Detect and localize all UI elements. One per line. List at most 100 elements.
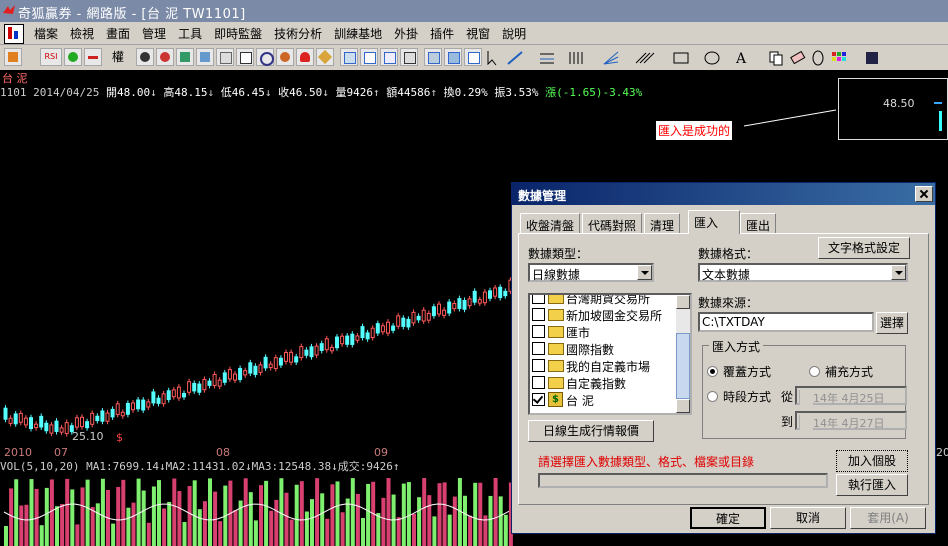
market-list[interactable]: 台灣期貨交易所 新加坡國金交易所 匯市 國際指數 我的自定義市場 自定義指數 $… — [528, 293, 692, 415]
candle — [319, 343, 324, 351]
grid-icon[interactable] — [340, 48, 358, 66]
add-stock-button[interactable]: 加入個股 — [836, 450, 908, 472]
date-spin-icon[interactable] — [799, 390, 813, 405]
open-icon[interactable] — [4, 48, 22, 66]
pair-icon[interactable] — [156, 48, 174, 66]
menu-screen[interactable]: 畫面 — [100, 25, 136, 42]
tab-export[interactable]: 匯出 — [740, 213, 777, 233]
chevron-down-icon[interactable] — [891, 265, 906, 280]
candle — [462, 300, 467, 310]
candle — [238, 368, 243, 380]
ok-button[interactable]: 確定 — [690, 507, 766, 529]
window-grid-icon[interactable] — [424, 48, 442, 66]
color-palette-icon[interactable] — [276, 48, 294, 66]
generate-quotes-button[interactable]: 日線生成行情報價 — [528, 420, 654, 442]
scroll-down-icon[interactable] — [676, 399, 690, 413]
tab-code-map[interactable]: 代碼對照 — [582, 213, 643, 233]
ellipse-icon — [704, 51, 720, 65]
table-icon[interactable] — [360, 48, 378, 66]
checkbox[interactable] — [532, 393, 545, 406]
candle — [23, 417, 28, 426]
pencil-icon[interactable] — [316, 48, 334, 66]
list-scrollbar[interactable] — [676, 295, 690, 413]
book-icon[interactable] — [216, 48, 234, 66]
crosshair-icon[interactable] — [64, 48, 82, 66]
checkbox[interactable] — [532, 295, 545, 304]
checkbox[interactable] — [532, 308, 545, 321]
menu-view[interactable]: 檢視 — [64, 25, 100, 42]
candle — [217, 379, 222, 387]
menu-technical[interactable]: 技術分析 — [268, 25, 328, 42]
volume-bar — [121, 479, 126, 546]
candle — [8, 417, 13, 424]
search-icon[interactable] — [256, 48, 274, 66]
menu-help[interactable]: 說明 — [496, 25, 532, 42]
tab-import[interactable]: 匯入 — [688, 210, 740, 234]
execute-import-button[interactable]: 執行匯入 — [836, 474, 908, 496]
menu-file[interactable]: 檔案 — [28, 25, 64, 42]
checkbox[interactable] — [532, 325, 545, 338]
trend-window-icon[interactable] — [464, 48, 482, 66]
menu-manage[interactable]: 管理 — [136, 25, 172, 42]
candle — [131, 402, 135, 411]
bell-icon[interactable] — [296, 48, 314, 66]
minus-icon[interactable] — [84, 48, 102, 66]
chevron-down-icon[interactable] — [637, 265, 652, 280]
from-date-input[interactable]: 2014年 4月25日 — [795, 386, 907, 405]
menu-plugin[interactable]: 插件 — [424, 25, 460, 42]
menu-training[interactable]: 訓練基地 — [328, 25, 388, 42]
tab-clean[interactable]: 清理 — [644, 213, 681, 233]
candle — [248, 362, 253, 374]
source-input[interactable]: C:\TXTDAY — [698, 312, 874, 332]
scroll-up-icon[interactable] — [676, 295, 690, 309]
data-format-label: 數據格式： — [698, 247, 759, 261]
data-format-select[interactable]: 文本數據 — [698, 263, 908, 282]
checkbox[interactable] — [532, 376, 545, 389]
glasses-icon[interactable] — [136, 48, 154, 66]
scroll-thumb[interactable] — [676, 333, 690, 399]
tab-close-clear[interactable]: 收盤清盤 — [520, 213, 581, 233]
tiles-icon[interactable] — [444, 48, 462, 66]
bar-chart-icon[interactable] — [196, 48, 214, 66]
candle — [380, 325, 385, 333]
radio-period[interactable] — [707, 391, 718, 402]
layout-icon[interactable] — [380, 48, 398, 66]
volume-bar — [70, 489, 75, 546]
chart-book-icon[interactable] — [176, 48, 194, 66]
candle — [294, 356, 299, 363]
checkbox[interactable] — [532, 342, 545, 355]
candle — [355, 335, 360, 341]
menu-addon[interactable]: 外掛 — [388, 25, 424, 42]
checkbox[interactable] — [532, 359, 545, 372]
candle — [426, 312, 431, 321]
candle — [192, 382, 197, 392]
date-spin-icon[interactable] — [799, 415, 813, 430]
candle — [207, 380, 212, 386]
browse-button[interactable]: 選擇 — [876, 312, 908, 334]
apply-button[interactable]: 套用(A) — [850, 507, 926, 529]
candle — [263, 356, 268, 369]
candle — [401, 317, 406, 327]
weight-dropdown[interactable]: 權 — [112, 48, 124, 65]
volume-bar — [167, 501, 172, 546]
candle — [74, 417, 79, 428]
drawing-tools[interactable]: A — [484, 49, 924, 67]
open-book-icon[interactable] — [236, 48, 254, 66]
menu-tools[interactable]: 工具 — [172, 25, 208, 42]
cancel-button[interactable]: 取消 — [770, 507, 846, 529]
data-type-select[interactable]: 日線數據 — [528, 263, 654, 282]
menu-realtime[interactable]: 即時監盤 — [208, 25, 268, 42]
candle — [197, 383, 202, 393]
rsi-button[interactable]: RSI — [40, 48, 62, 66]
volume-bar — [44, 487, 49, 546]
menu-window[interactable]: 視窗 — [460, 25, 496, 42]
overwrite-label: 覆蓋方式 — [723, 365, 772, 379]
radio-overwrite[interactable] — [707, 366, 718, 377]
close-icon[interactable] — [915, 186, 933, 202]
to-date-input[interactable]: 2014年 4月27日 — [795, 411, 907, 430]
radio-append[interactable] — [809, 366, 820, 377]
keyboard-icon[interactable] — [400, 48, 418, 66]
candle — [365, 332, 370, 340]
text-format-button[interactable]: 文字格式設定 — [818, 237, 910, 259]
document-icon[interactable] — [4, 24, 24, 44]
